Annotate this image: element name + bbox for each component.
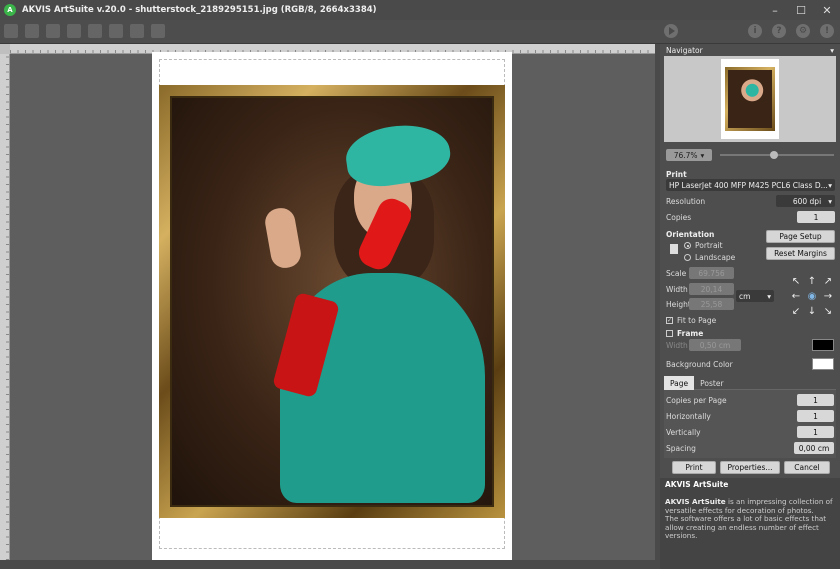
vertically-input[interactable]: 1	[797, 426, 834, 438]
align-top-right-icon[interactable]: ↗	[820, 274, 836, 289]
right-panel: Navigator ▾ 76.7% ▾ Print HP LaserJet 40…	[660, 44, 840, 569]
navigator-preview[interactable]	[664, 56, 836, 142]
app-logo-icon: A	[4, 4, 16, 16]
share-icon[interactable]	[88, 24, 102, 38]
reset-margins-button[interactable]: Reset Margins	[766, 247, 835, 260]
landscape-radio[interactable]: Landscape	[684, 251, 764, 264]
copies-per-page-input[interactable]: 1	[797, 394, 834, 406]
navigator-title: Navigator	[666, 45, 703, 55]
save-as-icon[interactable]	[46, 24, 60, 38]
zoom-slider[interactable]	[720, 151, 834, 159]
info-icon[interactable]: i	[748, 24, 762, 38]
copies-input[interactable]: 1	[797, 211, 835, 223]
save-icon[interactable]	[25, 24, 39, 38]
zoom-select[interactable]: 76.7% ▾	[666, 149, 712, 161]
page-setup-button[interactable]: Page Setup	[766, 230, 835, 243]
help-icon[interactable]: ?	[772, 24, 786, 38]
batch-icon[interactable]	[109, 24, 123, 38]
title-bar: A AKVIS ArtSuite v.20.0 - shutterstock_2…	[0, 0, 840, 20]
resolution-select[interactable]: 600 dpi ▾	[776, 195, 835, 207]
cancel-button[interactable]: Cancel	[784, 461, 830, 474]
window-title: AKVIS ArtSuite v.20.0 - shutterstock_218…	[22, 5, 377, 15]
toolbar: i ? ⚙ !	[0, 20, 840, 44]
chevron-down-icon: ▾	[700, 150, 705, 160]
page-orientation-icon	[670, 244, 678, 254]
zoom-slider-knob[interactable]	[769, 151, 778, 159]
play-icon[interactable]	[664, 24, 678, 38]
unit-value: cm	[739, 291, 751, 301]
scale-input[interactable]: 69.756	[689, 267, 734, 279]
landscape-label: Landscape	[695, 253, 736, 262]
print-button[interactable]: Print	[672, 461, 716, 474]
open-icon[interactable]	[4, 24, 18, 38]
vertical-ruler	[0, 54, 10, 560]
height-input[interactable]: 25,58	[689, 298, 734, 310]
align-top-left-icon[interactable]: ↖	[788, 274, 804, 289]
toolbar-right-group: i ? ⚙ !	[748, 24, 834, 38]
zoom-row: 76.7% ▾	[666, 148, 836, 162]
fit-to-page-checkbox[interactable]: ✓ Fit to Page	[666, 314, 836, 327]
frame-check[interactable]	[666, 330, 673, 337]
undo-icon[interactable]	[130, 24, 144, 38]
tab-poster[interactable]: Poster	[694, 376, 729, 390]
print-icon[interactable]	[67, 24, 81, 38]
fit-to-page-label: Fit to Page	[677, 316, 717, 325]
photo-image	[170, 96, 494, 507]
background-color-label: Background Color	[666, 360, 733, 369]
unit-select[interactable]: cm ▾	[736, 290, 774, 302]
decorative-frame	[159, 85, 505, 518]
zoom-value: 76.7%	[673, 150, 698, 160]
photo-hat	[342, 119, 454, 191]
navigator-thumbnail	[721, 59, 779, 139]
canvas-area[interactable]	[10, 52, 655, 560]
info-text-2: The software offers a lot of basic effec…	[665, 514, 827, 541]
landscape-radio-button[interactable]	[684, 254, 691, 261]
frame-width-input[interactable]: 0,50 cm	[689, 339, 741, 351]
portrait-label: Portrait	[695, 241, 723, 250]
printer-select[interactable]: HP LaserJet 400 MFP M425 PCL6 Class D...…	[666, 179, 835, 191]
info-panel: AKVIS ArtSuite AKVIS ArtSuite is an impr…	[660, 478, 840, 569]
portrait-radio-button[interactable]	[684, 242, 691, 249]
tab-page[interactable]: Page	[664, 376, 695, 390]
chevron-down-icon: ▾	[828, 180, 832, 190]
align-left-icon[interactable]: ←	[788, 289, 804, 304]
spacing-input[interactable]: 0,00 cm	[794, 442, 834, 454]
photo-hand	[263, 205, 303, 271]
printer-name: HP LaserJet 400 MFP M425 PCL6 Class D...	[669, 180, 828, 190]
background-color-swatch[interactable]	[812, 358, 834, 370]
align-top-icon[interactable]: ↑	[804, 274, 820, 289]
ruler-corner	[0, 44, 10, 54]
close-button[interactable]: ✕	[814, 0, 840, 20]
page-poster-tabs: Page Poster	[664, 376, 836, 390]
fit-to-page-check[interactable]: ✓	[666, 317, 673, 324]
resolution-value: 600 dpi	[792, 196, 822, 206]
frame-label: Frame	[677, 329, 704, 338]
settings-icon[interactable]: ⚙	[796, 24, 810, 38]
maximize-button[interactable]: ☐	[788, 0, 814, 20]
info-text: AKVIS ArtSuite is an impressing collecti…	[665, 498, 835, 515]
window-controls: – ☐ ✕	[762, 0, 840, 20]
align-right-icon[interactable]: →	[820, 289, 836, 304]
navigator-header: Navigator ▾	[660, 44, 840, 56]
redo-icon[interactable]	[151, 24, 165, 38]
align-center-icon[interactable]: ◉	[804, 289, 820, 304]
notification-icon[interactable]: !	[820, 24, 834, 38]
info-title: AKVIS ArtSuite	[665, 480, 729, 489]
chevron-down-icon: ▾	[828, 196, 832, 206]
toolbar-left-group	[4, 24, 165, 38]
print-page	[152, 52, 512, 560]
width-input[interactable]: 20,14	[689, 283, 734, 295]
horizontal-scrollbar[interactable]	[0, 560, 655, 569]
collapse-icon[interactable]: ▾	[830, 46, 834, 55]
chevron-down-icon: ▾	[767, 291, 771, 301]
horizontally-input[interactable]: 1	[797, 410, 834, 422]
properties-button[interactable]: Properties...	[720, 461, 780, 474]
frame-color-swatch[interactable]	[812, 339, 834, 351]
minimize-button[interactable]: –	[762, 0, 788, 20]
